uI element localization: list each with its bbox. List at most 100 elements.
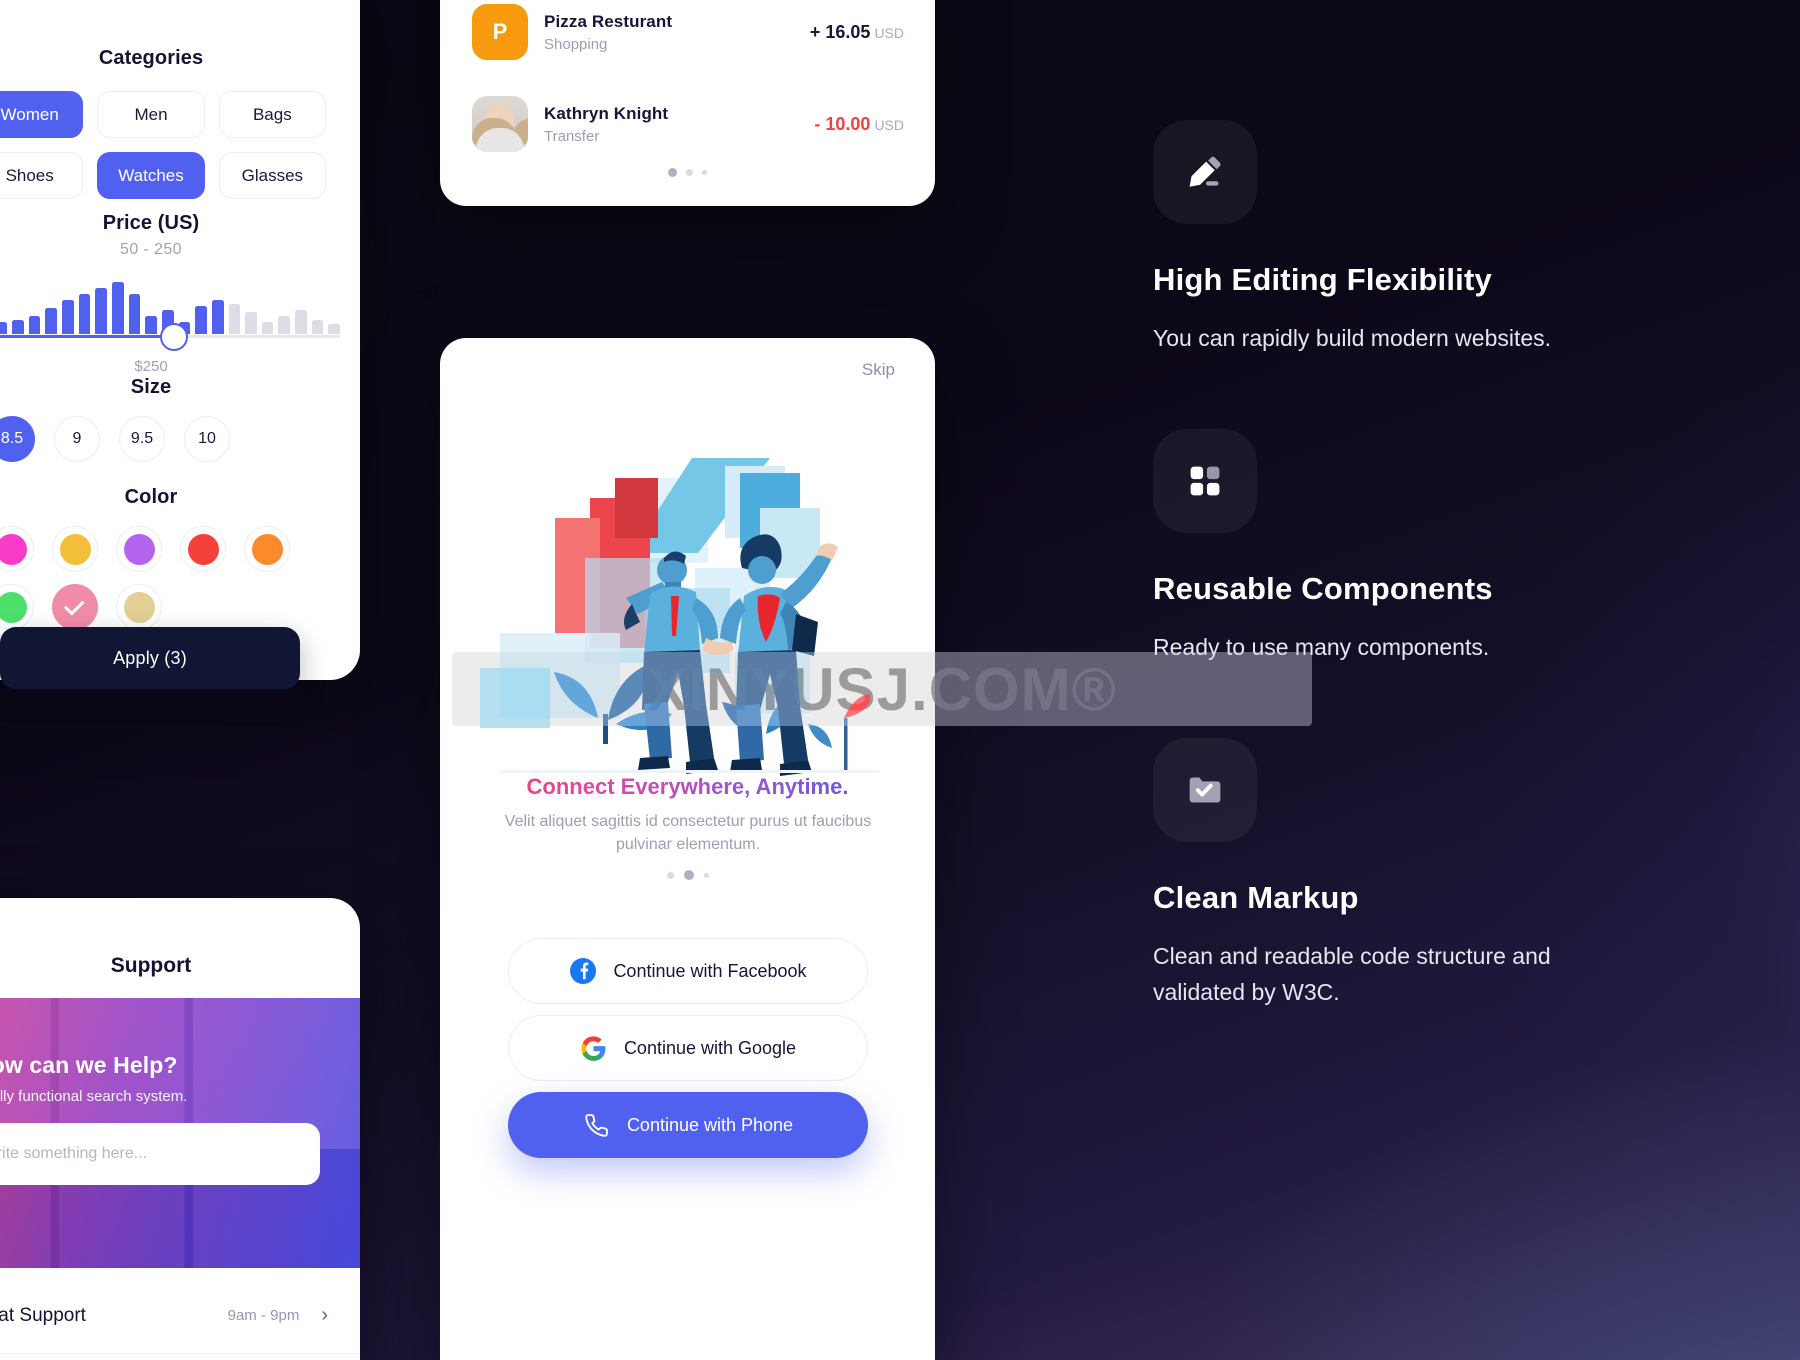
transaction-amount-value: + 16.05 bbox=[809, 21, 871, 42]
transaction-amount: + 16.05 USD bbox=[810, 22, 904, 43]
category-chip-women[interactable]: Women bbox=[0, 91, 84, 138]
histogram-bar bbox=[95, 288, 107, 334]
onboarding-subtitle: Velit aliquet sagittis id consectetur pu… bbox=[504, 813, 872, 854]
support-hero-banner: How can we Help? A fully functional sear… bbox=[0, 998, 360, 1268]
pager-dot[interactable] bbox=[686, 169, 693, 176]
price-title: Price (US) bbox=[102, 212, 200, 234]
transaction-amount-value: - 10.00 bbox=[814, 113, 871, 134]
transaction-meta: Kathryn Knight Transfer bbox=[544, 104, 668, 145]
chat-support-hours: 9am - 9pm bbox=[227, 1307, 300, 1324]
feature-description: You can rapidly build modern websites. bbox=[1153, 325, 1552, 351]
histogram-bar bbox=[278, 316, 291, 334]
feature-list: High Editing Flexibility You can rapidly… bbox=[1153, 120, 1713, 1083]
support-search-input[interactable]: Write something here... bbox=[0, 1123, 320, 1185]
categories-title: Categories bbox=[98, 47, 204, 69]
color-swatch[interactable] bbox=[0, 526, 34, 572]
size-option-9-5[interactable]: 9.5 bbox=[119, 416, 165, 462]
color-swatches bbox=[0, 526, 344, 630]
category-chip-shoes[interactable]: Shoes bbox=[0, 152, 84, 199]
pager-dot[interactable] bbox=[703, 872, 709, 878]
category-chip-men[interactable]: Men bbox=[97, 91, 205, 138]
category-chip-glasses[interactable]: Glasses bbox=[218, 152, 326, 199]
carousel-pager[interactable] bbox=[440, 870, 935, 880]
histogram-bar bbox=[328, 324, 341, 334]
pager-dot[interactable] bbox=[668, 168, 677, 177]
skip-button[interactable]: Skip bbox=[862, 360, 895, 380]
histogram-bar bbox=[295, 310, 307, 334]
google-icon bbox=[580, 1034, 608, 1062]
chat-support-label: Chat Support bbox=[0, 1304, 86, 1326]
color-swatch[interactable] bbox=[52, 584, 98, 630]
size-title: Size bbox=[130, 376, 172, 398]
feature-description: Clean and readable code structure and va… bbox=[1153, 942, 1551, 1006]
onboarding-illustration bbox=[480, 458, 880, 776]
feature-title: Reusable Components bbox=[1153, 570, 1493, 606]
support-title: Support bbox=[110, 954, 192, 977]
color-dot bbox=[123, 591, 155, 623]
help-headline: How can we Help? bbox=[0, 1052, 178, 1078]
price-slider-track[interactable] bbox=[0, 323, 340, 351]
color-swatch[interactable] bbox=[52, 526, 98, 572]
size-option-10[interactable]: 10 bbox=[184, 416, 230, 462]
pager-dot[interactable] bbox=[683, 870, 694, 880]
histogram-bar bbox=[211, 300, 224, 334]
histogram-bar bbox=[78, 294, 91, 334]
color-dot bbox=[123, 533, 155, 565]
feature-item-components: Reusable Components Ready to use many co… bbox=[1153, 428, 1713, 666]
price-slider-fill bbox=[0, 335, 182, 338]
transaction-name: Kathryn Knight bbox=[544, 103, 669, 123]
chevron-right-icon: › bbox=[321, 1304, 328, 1326]
size-options: 88.599.510 bbox=[0, 416, 344, 462]
color-dot bbox=[251, 533, 283, 565]
avatar bbox=[472, 96, 528, 152]
site-watermark: XINYUSJ.COM® bbox=[452, 652, 1312, 726]
onboarding-card: Skip Connect Everywhere, Anytime. Velit … bbox=[440, 338, 935, 1360]
filter-panel: Categories Women Men Bags Shoes Watches Glass… bbox=[0, 0, 360, 689]
continue-with-facebook-button[interactable]: Continue with Facebook bbox=[508, 938, 868, 1004]
size-option-9[interactable]: 9 bbox=[54, 416, 100, 462]
histogram-bar bbox=[228, 304, 241, 334]
color-title: Color bbox=[124, 486, 178, 508]
histogram-bar bbox=[195, 306, 207, 334]
color-swatch[interactable] bbox=[244, 526, 290, 572]
continue-with-google-button[interactable]: Continue with Google bbox=[508, 1015, 868, 1081]
button-label: Continue with Phone bbox=[626, 1114, 794, 1135]
transaction-meta: Pizza Resturant Shopping bbox=[544, 12, 672, 53]
histogram-bar bbox=[311, 320, 324, 334]
category-chip-watches[interactable]: Watches bbox=[97, 152, 205, 199]
category-chip-grid: Women Men Bags Shoes Watches Glasses bbox=[0, 91, 326, 199]
feature-title: Clean Markup bbox=[1153, 879, 1359, 915]
histogram-bar bbox=[61, 300, 74, 334]
category-chip-bags[interactable]: Bags bbox=[218, 91, 326, 138]
pager-dot[interactable] bbox=[702, 170, 707, 175]
table-row[interactable]: P Pizza Resturant Shopping + 16.05 USD bbox=[472, 4, 904, 60]
transactions-card: P Pizza Resturant Shopping + 16.05 USD Ka… bbox=[440, 0, 935, 206]
table-row[interactable]: Kathryn Knight Transfer - 10.00 USD bbox=[472, 96, 904, 152]
phone-icon bbox=[583, 1111, 611, 1139]
pager-dot[interactable] bbox=[666, 871, 674, 879]
transaction-currency: USD bbox=[874, 116, 904, 133]
chat-support-row[interactable]: Chat Support 9am - 9pm › bbox=[0, 1278, 360, 1354]
price-slider-knob[interactable] bbox=[160, 323, 189, 351]
apply-filters-button[interactable]: Apply (3) bbox=[0, 627, 300, 689]
color-swatch[interactable] bbox=[180, 526, 226, 572]
continue-with-phone-button[interactable]: Continue with Phone bbox=[508, 1092, 868, 1158]
feature-item-editing: High Editing Flexibility You can rapidly… bbox=[1153, 120, 1713, 357]
price-selected-value: $250 bbox=[134, 358, 168, 375]
color-swatch[interactable] bbox=[0, 584, 34, 630]
histogram-bar bbox=[111, 282, 124, 334]
size-option-8-5[interactable]: 8.5 bbox=[0, 416, 35, 462]
button-label: Continue with Facebook bbox=[613, 960, 807, 981]
color-dot bbox=[187, 533, 219, 565]
page-title: Connect Everywhere, Anytime. bbox=[440, 774, 935, 800]
color-swatch[interactable] bbox=[116, 526, 162, 572]
color-dot bbox=[59, 533, 91, 565]
folder-check-icon bbox=[1153, 737, 1257, 842]
histogram-bar bbox=[0, 322, 7, 334]
button-label: Continue with Google bbox=[623, 1037, 797, 1058]
carousel-pager[interactable] bbox=[440, 168, 935, 177]
help-subheadline: A fully functional search system. bbox=[0, 1088, 188, 1105]
grid-squares-icon bbox=[1153, 428, 1257, 533]
avatar: P bbox=[472, 4, 528, 60]
color-swatch[interactable] bbox=[116, 584, 162, 630]
